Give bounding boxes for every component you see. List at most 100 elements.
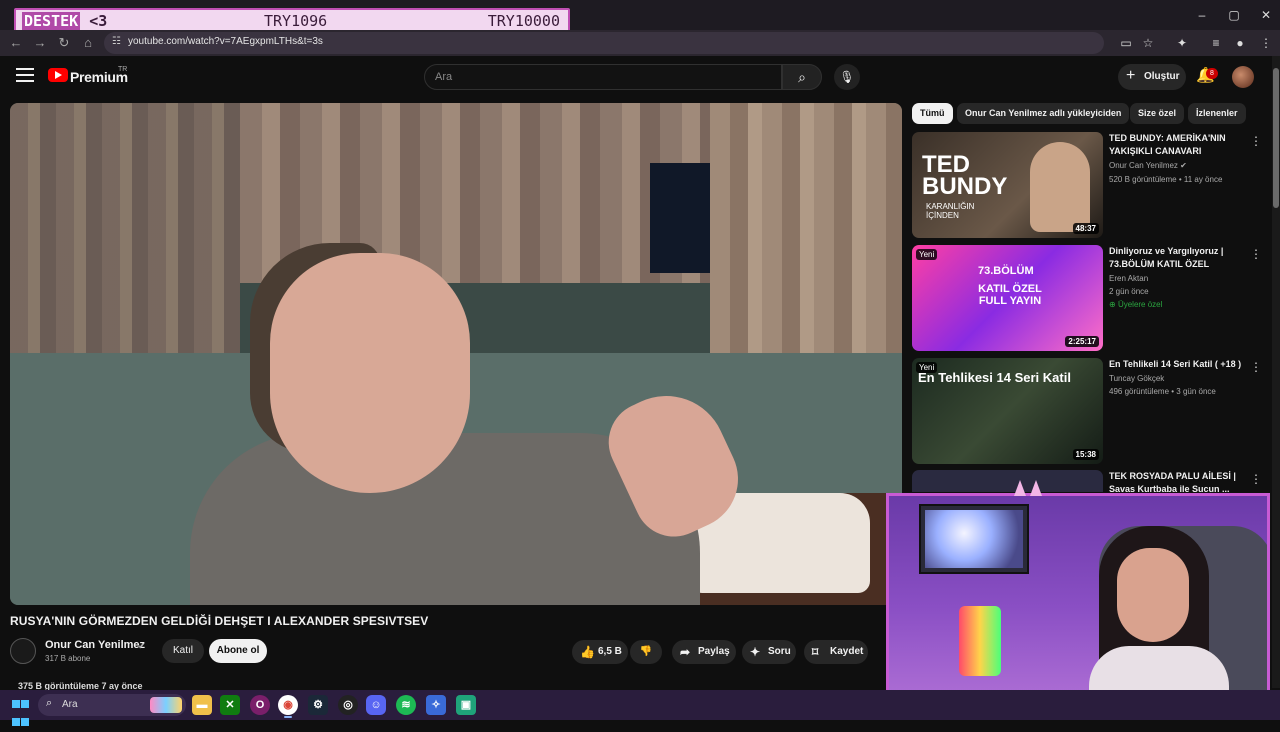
subscribe-button[interactable]: Abone ol: [209, 639, 267, 663]
ask-button[interactable]: ✦ Soru: [742, 640, 796, 664]
windows-start-icon[interactable]: [12, 696, 30, 726]
file-explorer-icon[interactable]: ▬: [192, 695, 212, 715]
hamburger-menu-icon[interactable]: [16, 68, 34, 84]
more-options-icon[interactable]: ⋮: [1250, 360, 1262, 374]
thumbnail-subtext: KARANLIĞIN İÇİNDEN: [926, 202, 975, 220]
chip-from-uploader[interactable]: Onur Can Yenilmez adlı yükleyiciden: [957, 103, 1130, 124]
new-badge: Yeni: [916, 362, 938, 373]
forward-icon[interactable]: →: [30, 34, 50, 52]
recommendation-channel[interactable]: Onur Can Yenilmez ✔: [1109, 161, 1187, 170]
like-button[interactable]: 👍 6,5 B: [572, 640, 628, 664]
members-only-badge: ⊕ Üyelere özel: [1109, 300, 1163, 309]
channel-avatar[interactable]: [10, 638, 36, 664]
thumbnail-text: En Tehlikesi 14 Seri Katil: [918, 370, 1071, 385]
chrome-icon[interactable]: ◉: [278, 695, 298, 715]
save-label: Kaydet: [830, 646, 864, 657]
recommendation-meta: 2 gün önce: [1109, 287, 1149, 296]
recommendation-channel[interactable]: Tuncay Gökçek: [1109, 374, 1164, 383]
chip-watched[interactable]: İzlenenler: [1188, 103, 1246, 124]
home-icon[interactable]: ⌂: [78, 34, 98, 52]
address-bar[interactable]: ☷ youtube.com/watch?v=7AEgxpmLTHs&t=3s: [104, 32, 1104, 54]
windows-taskbar: ⌕ Ara ▬ ✕ O ◉ ⚙ ◎ ☺ ≋ ✧ ▣: [0, 690, 1280, 726]
back-icon[interactable]: ←: [6, 34, 26, 52]
donation-goal-bar: DESTEK <3 TRY1096 TRY10000: [14, 8, 570, 32]
verified-check-icon: ✔: [1180, 161, 1187, 170]
save-button[interactable]: ⌑ Kaydet: [804, 640, 868, 664]
create-label: Oluştur: [1144, 71, 1180, 82]
taskbar-search[interactable]: ⌕ Ara: [38, 694, 186, 716]
scrollbar-thumb[interactable]: [1273, 68, 1279, 208]
notification-count-badge: 8: [1206, 68, 1218, 79]
obs-icon[interactable]: ◎: [338, 695, 358, 715]
chip-all[interactable]: Tümü: [912, 103, 953, 124]
region-code: TR: [118, 66, 128, 73]
recommendation-title[interactable]: TEK ROSYADA PALU AİLESİ | Savaş Kurtbaba…: [1109, 470, 1244, 492]
close-window-button[interactable]: ✕: [1254, 6, 1278, 24]
discord-icon[interactable]: ☺: [366, 695, 386, 715]
thumbs-up-icon: 👍: [580, 645, 595, 659]
xbox-icon[interactable]: ✕: [220, 695, 240, 715]
youtube-logo-icon[interactable]: [48, 68, 68, 82]
video-thumbnail[interactable]: [912, 470, 1103, 492]
maximize-button[interactable]: ▢: [1222, 6, 1246, 24]
cast-icon[interactable]: ▭: [1116, 34, 1136, 52]
recommendation-item[interactable]: TEK ROSYADA PALU AİLESİ | Savaş Kurtbaba…: [912, 470, 1262, 492]
share-button[interactable]: ➦ Paylaş: [672, 640, 736, 664]
video-duration: 48:37: [1072, 223, 1099, 234]
bookmark-star-icon[interactable]: ☆: [1138, 34, 1158, 52]
browser-menu-icon[interactable]: ⋮: [1256, 34, 1276, 52]
profile-icon[interactable]: ●: [1230, 34, 1250, 52]
recommendation-item[interactable]: En Tehlikesi 14 Seri Katil Yeni 15:38 En…: [912, 358, 1262, 466]
opera-icon[interactable]: O: [250, 695, 270, 715]
app-icon[interactable]: ▣: [456, 695, 476, 715]
sparkle-icon: ✦: [750, 645, 761, 659]
chip-for-you[interactable]: Size özel: [1130, 103, 1185, 124]
recommendation-meta: 496 görüntüleme • 3 gün önce: [1109, 387, 1216, 396]
page-scrollbar[interactable]: [1272, 56, 1280, 688]
recommendation-item[interactable]: 73.BÖLÜM KATIL ÖZEL FULL YAYIN Yeni 2:25…: [912, 245, 1262, 353]
reading-list-icon[interactable]: ≡: [1206, 34, 1226, 52]
video-duration: 15:38: [1072, 449, 1099, 460]
join-button[interactable]: Katıl: [162, 639, 204, 663]
search-input[interactable]: Ara: [424, 64, 782, 90]
share-label: Paylaş: [698, 646, 730, 657]
thumbnail-text: TED BUNDY: [922, 151, 1008, 200]
url-text[interactable]: youtube.com/watch?v=7AEgxpmLTHs&t=3s: [128, 36, 323, 47]
site-info-icon[interactable]: ☷: [112, 36, 121, 47]
search-icon: ⌕: [46, 697, 53, 709]
video-frame-person-head: [270, 253, 470, 493]
video-thumbnail[interactable]: TED BUNDY KARANLIĞIN İÇİNDEN 48:37: [912, 132, 1103, 238]
app-icon[interactable]: ✧: [426, 695, 446, 715]
dislike-button[interactable]: 👎: [630, 640, 662, 664]
recommendation-title[interactable]: En Tehlikeli 14 Seri Katil ( +18 ): [1109, 358, 1244, 371]
video-player[interactable]: [10, 103, 902, 605]
spotify-icon[interactable]: ≋: [396, 695, 416, 715]
recommendation-title[interactable]: Dinliyoruz ve Yargılıyoruz | 73.BÖLÜM KA…: [1109, 245, 1244, 271]
active-app-indicator: [284, 716, 292, 718]
recommendation-item[interactable]: TED BUNDY KARANLIĞIN İÇİNDEN 48:37 TED B…: [912, 132, 1262, 240]
video-thumbnail[interactable]: 73.BÖLÜM KATIL ÖZEL FULL YAYIN Yeni 2:25…: [912, 245, 1103, 351]
thumbnail-portrait: [1030, 142, 1090, 232]
webcam-monitor: [919, 504, 1029, 574]
webcam-monitor-screen: [925, 510, 1023, 568]
voice-search-button[interactable]: 🎙: [834, 64, 860, 90]
extensions-icon[interactable]: ✦: [1172, 34, 1192, 52]
reload-icon[interactable]: ↻: [54, 34, 74, 52]
share-arrow-icon: ➦: [680, 645, 691, 659]
more-options-icon[interactable]: ⋮: [1250, 134, 1262, 148]
channel-name[interactable]: Onur Can Yenilmez: [45, 639, 145, 651]
video-thumbnail[interactable]: En Tehlikesi 14 Seri Katil Yeni 15:38: [912, 358, 1103, 464]
search-button[interactable]: ⌕: [782, 64, 822, 90]
recommendation-channel[interactable]: Eren Aktan: [1109, 274, 1148, 283]
steam-icon[interactable]: ⚙: [308, 695, 328, 715]
members-icon: ⊕: [1109, 300, 1116, 309]
account-avatar[interactable]: [1232, 66, 1254, 88]
recommendation-title[interactable]: TED BUNDY: AMERİKA'NIN YAKIŞIKLI CANAVAR…: [1109, 132, 1244, 158]
more-options-icon[interactable]: ⋮: [1250, 247, 1262, 261]
create-button[interactable]: + Oluştur: [1118, 64, 1186, 90]
more-options-icon[interactable]: ⋮: [1250, 472, 1262, 486]
plus-icon: +: [1126, 67, 1136, 84]
verified-check-icon: ✔: [138, 641, 146, 651]
minimize-button[interactable]: –: [1190, 6, 1214, 24]
donation-goal-amount: TRY10000: [487, 12, 560, 30]
